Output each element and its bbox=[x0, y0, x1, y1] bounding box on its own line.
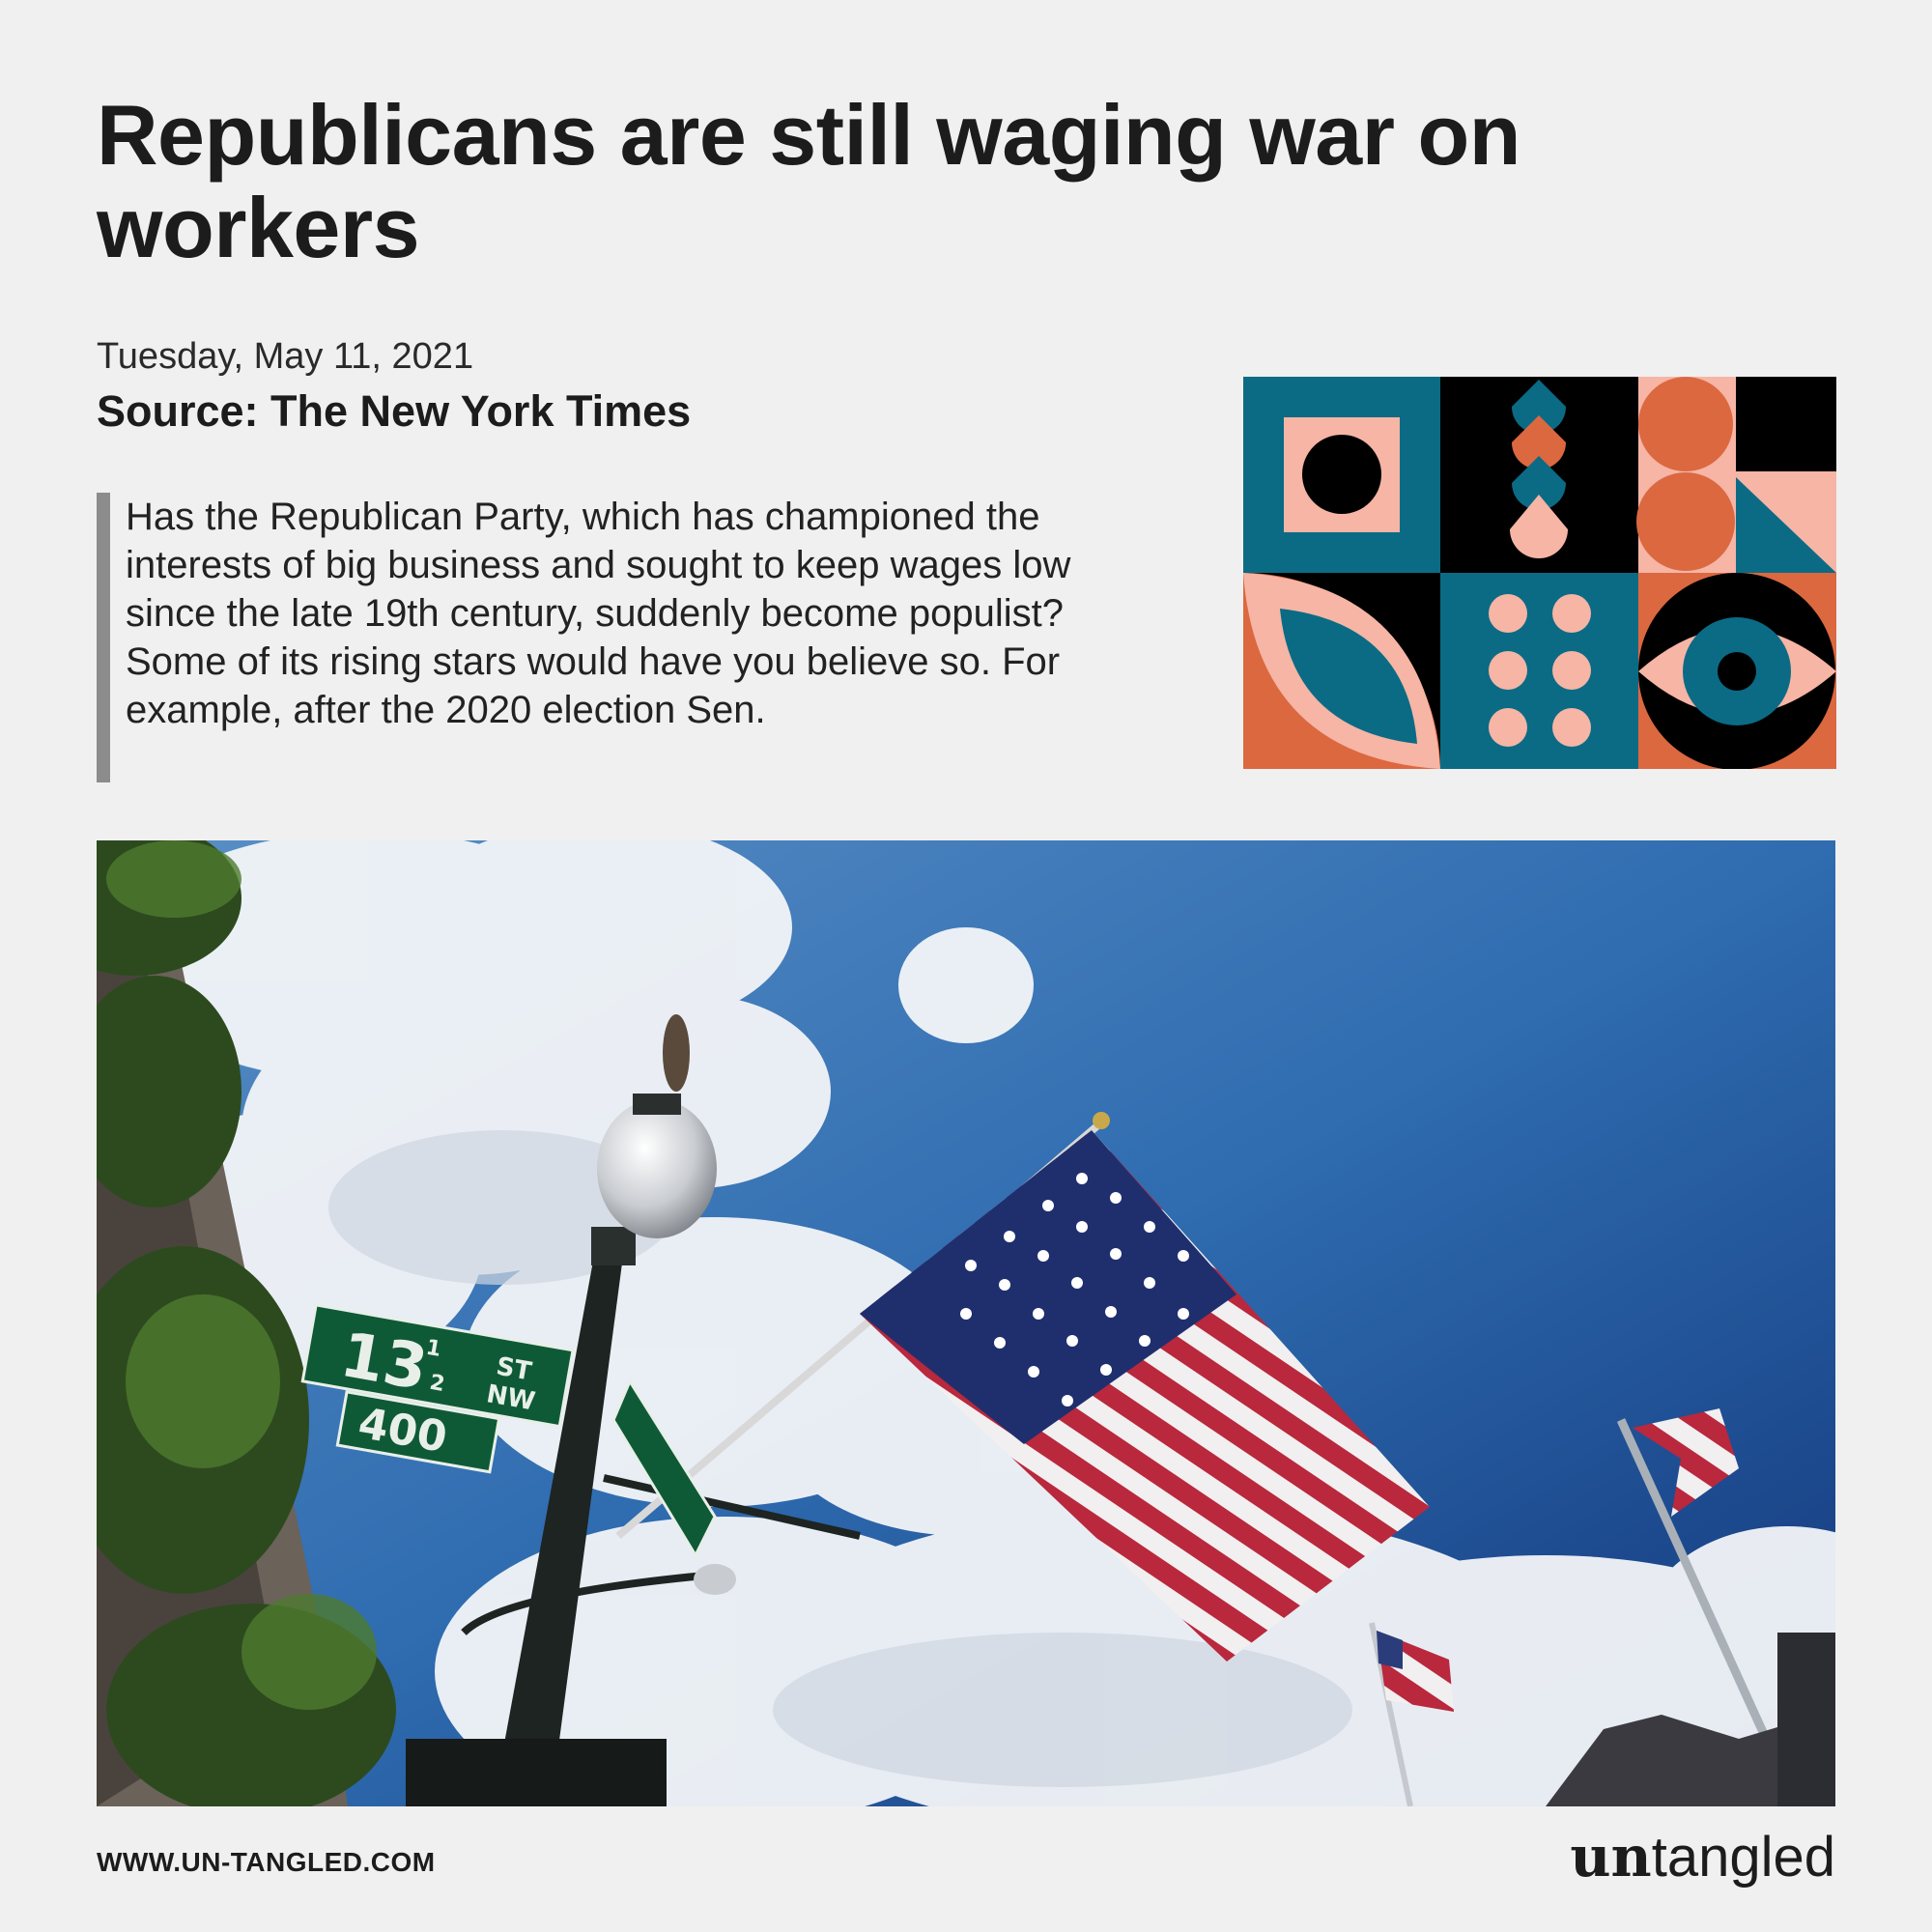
pattern-dot bbox=[1552, 594, 1591, 633]
pattern-dot bbox=[1489, 708, 1527, 747]
pattern-dot bbox=[1489, 651, 1527, 690]
pattern-dot bbox=[1552, 651, 1591, 690]
flags-lamppost-photo: 13 1 2 ST NW 400 bbox=[97, 840, 1835, 1806]
flagpole-finial bbox=[1093, 1112, 1110, 1129]
lamp-cap bbox=[633, 1094, 681, 1115]
article-excerpt: Has the Republican Party, which has cham… bbox=[97, 493, 1140, 782]
lamp-globe bbox=[597, 1099, 717, 1238]
secondary-lamp bbox=[694, 1564, 736, 1595]
geometric-pattern-graphic bbox=[1243, 377, 1836, 769]
pattern-coral-circle-bottom bbox=[1636, 472, 1735, 571]
pattern-eye-pupil bbox=[1718, 652, 1756, 691]
pattern-coral-circle-top bbox=[1638, 377, 1733, 471]
source-attribution: Source: The New York Times bbox=[97, 386, 692, 436]
logo-light-part: tangled bbox=[1651, 1826, 1835, 1889]
pattern-dot bbox=[1489, 594, 1527, 633]
article-photo: 13 1 2 ST NW 400 bbox=[97, 840, 1835, 1806]
publish-date: Tuesday, May 11, 2021 bbox=[97, 336, 474, 377]
pattern-black-corner bbox=[1736, 377, 1836, 471]
pattern-black-dot bbox=[1302, 435, 1381, 514]
pattern-tile-dots bbox=[1440, 573, 1638, 769]
lamppost-collar bbox=[591, 1227, 636, 1265]
untangled-logo: untangled bbox=[1570, 1826, 1835, 1889]
lamppost-base-box bbox=[406, 1739, 667, 1806]
pattern-dot bbox=[1552, 708, 1591, 747]
website-url[interactable]: WWW.UN-TANGLED.COM bbox=[97, 1847, 436, 1878]
headline: Republicans are still waging war on work… bbox=[97, 87, 1520, 275]
building-tower bbox=[1777, 1633, 1835, 1806]
logo-bold-part: un bbox=[1570, 1824, 1652, 1889]
bird bbox=[663, 1014, 690, 1092]
